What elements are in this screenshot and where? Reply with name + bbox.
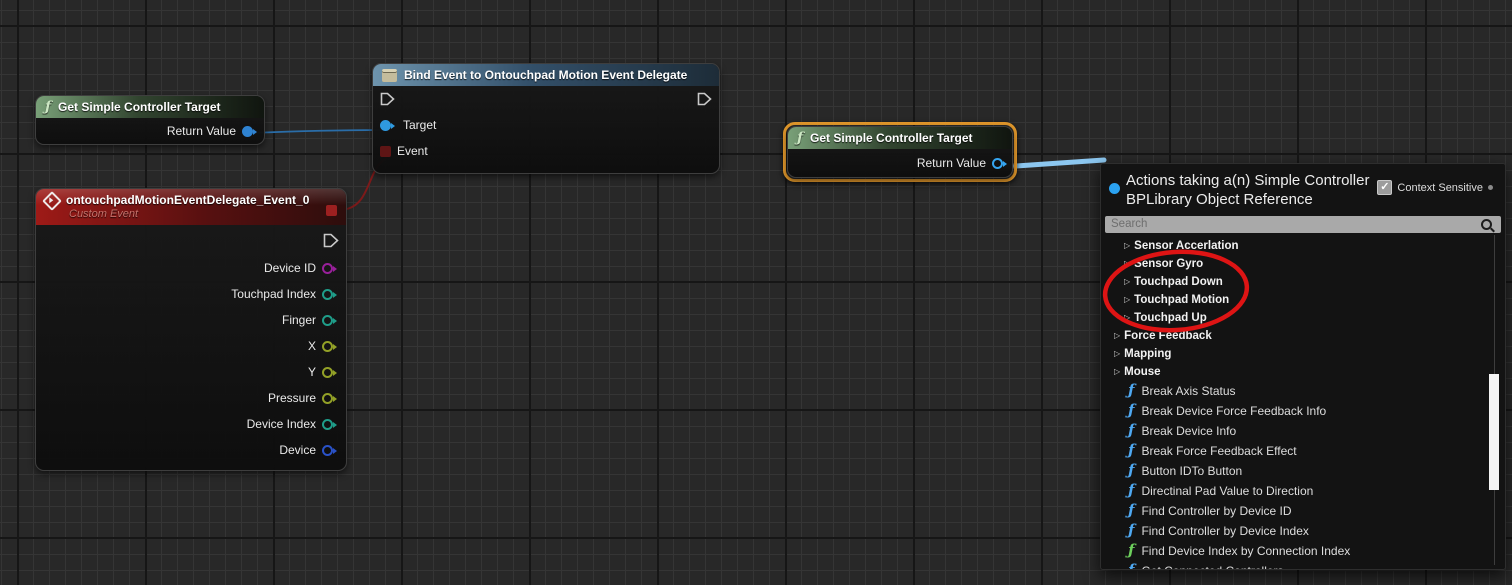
target-pin[interactable] xyxy=(380,120,391,131)
category-row[interactable]: ▷ Sensor Accerlation xyxy=(1101,237,1505,255)
function-row[interactable]: ƒ Get Connected Controllers xyxy=(1101,561,1505,570)
scrollbar-thumb[interactable] xyxy=(1489,374,1499,490)
node-bind-event-to-ontouchpad-motion-event-delegate[interactable]: Bind Event to Ontouchpad Motion Event De… xyxy=(372,63,720,174)
node-title: Get Simple Controller Target xyxy=(810,131,972,145)
data-output-pin[interactable] xyxy=(322,419,333,430)
category-row[interactable]: ▷ Touchpad Motion xyxy=(1101,291,1505,309)
exec-out-pin[interactable] xyxy=(323,233,339,248)
node-header[interactable]: ƒ Get Simple Controller Target xyxy=(36,96,264,118)
category-row[interactable]: ▷ Sensor Gyro xyxy=(1101,255,1505,273)
context-sensitive-checkbox[interactable]: ✓ xyxy=(1377,180,1392,195)
function-row[interactable]: ƒ Break Device Info xyxy=(1101,421,1505,441)
function-icon: ƒ xyxy=(1128,463,1134,478)
node-header[interactable]: Bind Event to Ontouchpad Motion Event De… xyxy=(373,64,719,86)
expander-icon[interactable]: ▷ xyxy=(1124,260,1130,268)
event-pin-label: Event xyxy=(397,144,428,158)
search-bar[interactable] xyxy=(1105,216,1501,233)
output-pin-row[interactable]: Device Index xyxy=(36,411,346,437)
return-value-label: Return Value xyxy=(167,124,236,138)
event-delegate-pin[interactable] xyxy=(380,146,391,157)
context-menu: Actions taking a(n) Simple Controller BP… xyxy=(1100,163,1506,570)
exec-in-pin[interactable] xyxy=(380,92,395,106)
expander-icon[interactable]: ▷ xyxy=(1124,242,1130,250)
data-output-pin[interactable] xyxy=(322,263,333,274)
return-value-label: Return Value xyxy=(917,156,986,170)
exec-out-pin[interactable] xyxy=(697,92,712,106)
data-output-pin[interactable] xyxy=(322,289,333,300)
function-row[interactable]: ƒ Break Force Feedback Effect xyxy=(1101,441,1505,461)
function-icon: ƒ xyxy=(797,131,803,145)
function-row[interactable]: ƒ Break Axis Status xyxy=(1101,381,1505,401)
output-pin-row[interactable]: Device xyxy=(36,437,346,463)
output-pin-row[interactable]: Touchpad Index xyxy=(36,281,346,307)
context-sensitive-label: Context Sensitive xyxy=(1397,182,1483,194)
category-row[interactable]: ▷ Force Feedback xyxy=(1101,327,1505,345)
function-icon: ƒ xyxy=(1128,543,1134,558)
function-row[interactable]: ƒ Break Device Force Feedback Info xyxy=(1101,401,1505,421)
node-header[interactable]: ƒ Get Simple Controller Target xyxy=(788,127,1012,149)
expander-icon[interactable]: ▷ xyxy=(1114,368,1120,376)
function-row[interactable]: ƒ Directinal Pad Value to Direction xyxy=(1101,481,1505,501)
context-menu-header: Actions taking a(n) Simple Controller BP… xyxy=(1101,164,1505,212)
function-icon: ƒ xyxy=(1128,443,1134,458)
target-pin-label: Target xyxy=(403,118,436,132)
function-row[interactable]: ƒ Button IDTo Button xyxy=(1101,461,1505,481)
context-menu-title: Actions taking a(n) Simple Controller BP… xyxy=(1126,172,1394,210)
node-header[interactable]: ontouchpadMotionEventDelegate_Event_0 Cu… xyxy=(36,189,346,225)
category-row[interactable]: ▷ Mouse xyxy=(1101,363,1505,381)
function-list: ƒ Break Axis Status ƒ Break Device Force… xyxy=(1101,381,1505,570)
bind-event-icon xyxy=(382,69,397,82)
node-get-simple-controller-target-2[interactable]: ƒ Get Simple Controller Target Return Va… xyxy=(787,126,1013,178)
output-pin-row[interactable]: Pressure xyxy=(36,385,346,411)
data-output-pin[interactable] xyxy=(322,367,333,378)
node-custom-event-ontouchpad-motion[interactable]: ontouchpadMotionEventDelegate_Event_0 Cu… xyxy=(35,188,347,471)
node-subtitle: Custom Event xyxy=(69,208,337,220)
category-list: ▷ Sensor Accerlation ▷ Sensor Gyro ▷ Tou… xyxy=(1101,237,1505,381)
category-row[interactable]: ▷ Touchpad Down xyxy=(1101,273,1505,291)
node-title: ontouchpadMotionEventDelegate_Event_0 xyxy=(66,193,309,207)
output-pin-row[interactable]: Y xyxy=(36,359,346,385)
function-row[interactable]: ƒ Find Controller by Device Index xyxy=(1101,521,1505,541)
selection-highlight: ƒ Get Simple Controller Target Return Va… xyxy=(783,122,1017,182)
function-icon: ƒ xyxy=(1128,483,1134,498)
custom-event-icon xyxy=(42,191,62,211)
data-output-pin[interactable] xyxy=(322,393,333,404)
function-icon: ƒ xyxy=(1128,423,1134,438)
return-value-pin[interactable] xyxy=(242,126,253,137)
return-value-pin[interactable] xyxy=(992,158,1003,169)
data-output-pin[interactable] xyxy=(322,445,333,456)
function-icon: ƒ xyxy=(1128,503,1134,518)
data-output-pin[interactable] xyxy=(322,315,333,326)
output-pin-row[interactable]: Device ID xyxy=(36,255,346,281)
expander-icon[interactable]: ▷ xyxy=(1124,314,1130,322)
blueprint-editor: ƒ Get Simple Controller Target Return Va… xyxy=(0,0,1512,585)
category-row[interactable]: ▷ Mapping xyxy=(1101,345,1505,363)
search-icon xyxy=(1481,219,1492,230)
output-pin-row[interactable]: Finger xyxy=(36,307,346,333)
search-input[interactable] xyxy=(1105,218,1481,230)
node-get-simple-controller-target-1[interactable]: ƒ Get Simple Controller Target Return Va… xyxy=(35,95,265,145)
function-icon: ƒ xyxy=(45,100,51,114)
function-icon: ƒ xyxy=(1128,403,1134,418)
output-pin-row[interactable]: X xyxy=(36,333,346,359)
function-row[interactable]: ƒ Find Controller by Device ID xyxy=(1101,501,1505,521)
delegate-output-pin[interactable] xyxy=(326,205,337,216)
expand-options-icon[interactable] xyxy=(1488,185,1493,190)
expander-icon[interactable]: ▷ xyxy=(1124,278,1130,286)
custom-event-pin-list: Device ID Touchpad Index Finger X xyxy=(36,255,346,463)
function-row[interactable]: ƒ Find Device Index by Connection Index xyxy=(1101,541,1505,561)
function-icon: ƒ xyxy=(1128,383,1134,398)
expander-icon[interactable]: ▷ xyxy=(1124,296,1130,304)
function-icon: ƒ xyxy=(1128,563,1134,570)
category-row[interactable]: ▷ Touchpad Up xyxy=(1101,309,1505,327)
node-title: Bind Event to Ontouchpad Motion Event De… xyxy=(404,68,687,82)
expander-icon[interactable]: ▷ xyxy=(1114,350,1120,358)
object-pin-icon xyxy=(1109,183,1120,194)
expander-icon[interactable]: ▷ xyxy=(1114,332,1120,340)
node-title: Get Simple Controller Target xyxy=(58,100,220,114)
data-output-pin[interactable] xyxy=(322,341,333,352)
function-icon: ƒ xyxy=(1128,523,1134,538)
